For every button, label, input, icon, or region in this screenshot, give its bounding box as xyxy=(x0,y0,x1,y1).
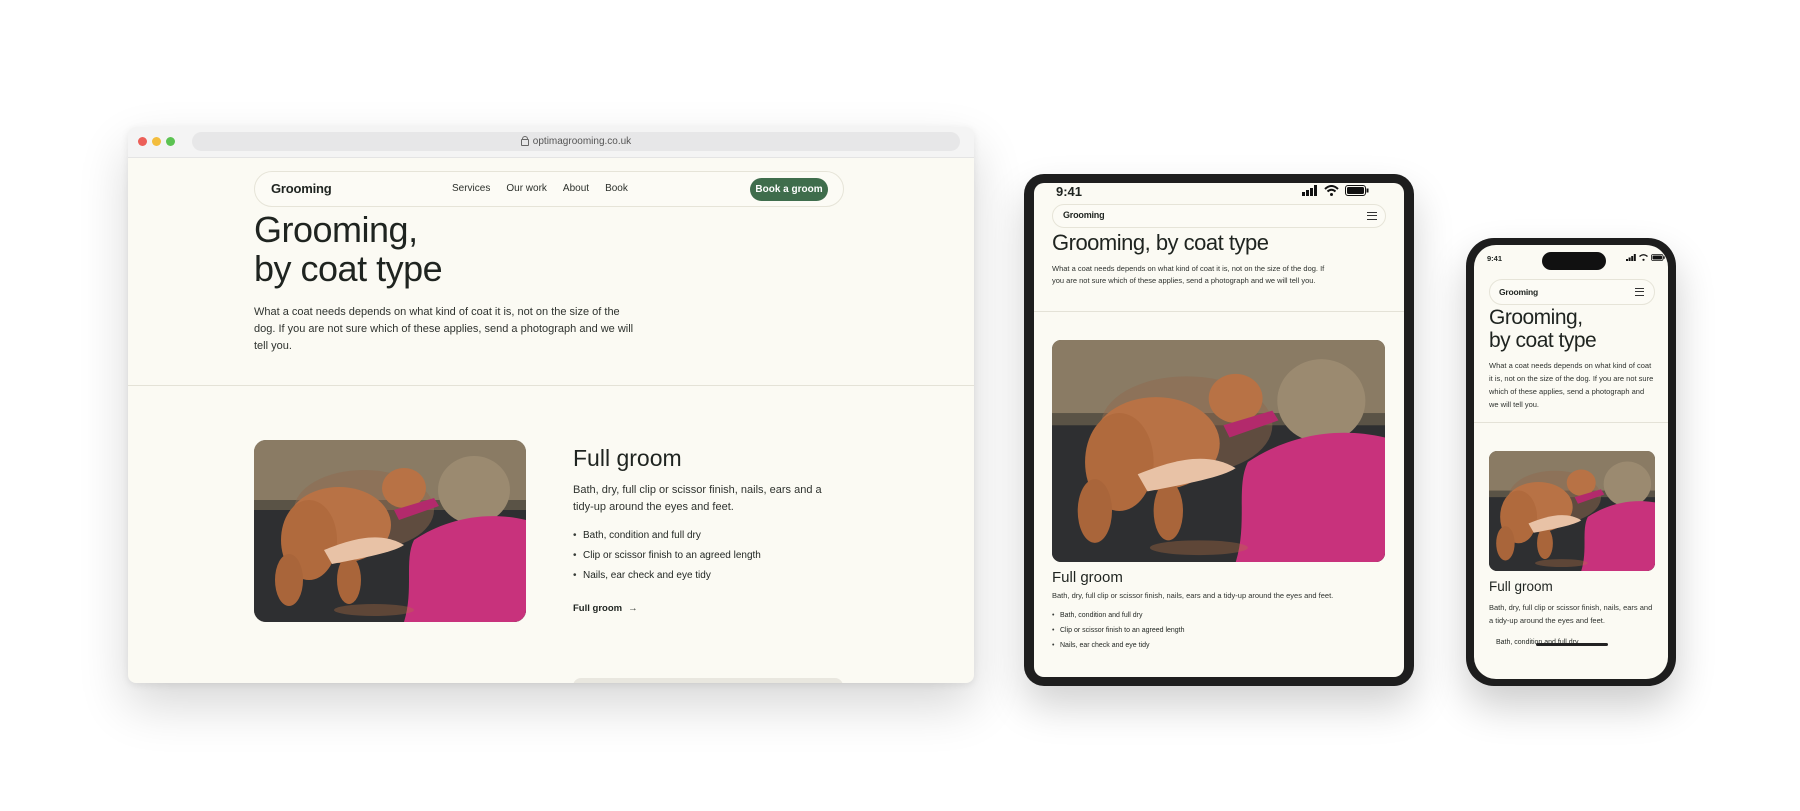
book-a-groom-button[interactable]: Book a groom xyxy=(750,178,828,201)
minimize-window-icon[interactable] xyxy=(152,137,161,146)
hero-description: What a coat needs depends on what kind o… xyxy=(254,306,634,352)
tablet-feature-list: Bath, condition and full dry Clip or sci… xyxy=(1052,612,1352,657)
list-item: Bath, condition and full dry xyxy=(573,530,853,550)
signal-icon xyxy=(1626,254,1636,261)
list-item: Nails, ear check and eye tidy xyxy=(1052,642,1352,657)
phone-section-description: Bath, dry, full clip or scissor finish, … xyxy=(1489,603,1653,625)
section-description: Bath, dry, full clip or scissor finish, … xyxy=(573,484,822,513)
phone-device: 9:41 Grooming Grooming, by coat type Wha… xyxy=(1466,238,1676,686)
phone-section-title: Full groom xyxy=(1489,579,1553,594)
section-divider xyxy=(128,385,974,386)
desktop-browser-window: optimagrooming.co.uk Grooming Services O… xyxy=(128,127,974,683)
feature-list: Bath, condition and full dry Clip or sci… xyxy=(573,530,853,590)
phone-nav: Grooming xyxy=(1489,279,1655,305)
tablet-device: 9:41 Grooming Grooming, by coat type Wha… xyxy=(1024,174,1414,686)
phone-screen: 9:41 Grooming Grooming, by coat type Wha… xyxy=(1474,245,1668,679)
tablet-section-title: Full groom xyxy=(1052,569,1123,586)
status-icons xyxy=(1302,185,1369,196)
page-title-line-1: Grooming, xyxy=(254,209,418,250)
page-title-line-2: by coat type xyxy=(254,247,443,289)
site-nav: Grooming Services Our work About Book Bo… xyxy=(254,171,844,207)
address-bar[interactable]: optimagrooming.co.uk xyxy=(192,132,960,151)
menu-icon[interactable] xyxy=(1635,288,1644,296)
phone-page-title: Grooming, by coat type xyxy=(1489,306,1597,352)
section-title: Full groom xyxy=(573,445,682,471)
arrow-right-icon: → xyxy=(628,603,638,614)
tablet-page-title: Grooming, by coat type xyxy=(1052,230,1269,255)
full-groom-photo xyxy=(254,440,526,622)
tablet-hero-description: What a coat needs depends on what kind o… xyxy=(1052,264,1325,285)
url-text: optimagrooming.co.uk xyxy=(532,136,632,147)
phone-status-icons xyxy=(1626,254,1665,261)
nav-link-services[interactable]: Services xyxy=(452,183,490,194)
phone-status-time: 9:41 xyxy=(1487,254,1503,263)
browser-toolbar: optimagrooming.co.uk xyxy=(128,127,974,158)
list-item: Bath, condition and full dry xyxy=(1052,612,1352,627)
tablet-nav: Grooming xyxy=(1052,204,1386,228)
tablet-section-description: Bath, dry, full clip or scissor finish, … xyxy=(1052,591,1334,600)
site-logo[interactable]: Grooming xyxy=(271,181,332,196)
full-groom-link-label: Full groom xyxy=(573,603,623,614)
page-title: Grooming, by coat type xyxy=(254,209,443,289)
signal-icon xyxy=(1302,185,1317,196)
close-window-icon[interactable] xyxy=(138,137,147,146)
phone-title-line-1: Grooming, xyxy=(1489,306,1583,329)
lock-icon xyxy=(520,136,529,146)
battery-icon xyxy=(1345,185,1369,196)
next-card-peek xyxy=(573,678,843,683)
full-groom-link[interactable]: Full groom → xyxy=(573,603,638,614)
list-item: Nails, ear check and eye tidy xyxy=(573,570,853,590)
menu-icon[interactable] xyxy=(1367,212,1377,220)
maximize-window-icon[interactable] xyxy=(166,137,175,146)
home-indicator[interactable] xyxy=(1536,643,1608,646)
dynamic-island xyxy=(1542,252,1606,270)
phone-hero-description: What a coat needs depends on what kind o… xyxy=(1489,361,1654,409)
nav-link-book[interactable]: Book xyxy=(605,183,628,194)
list-item: Clip or scissor finish to an agreed leng… xyxy=(1052,627,1352,642)
nav-link-about[interactable]: About xyxy=(563,183,589,194)
phone-divider xyxy=(1474,422,1668,423)
battery-icon xyxy=(1651,254,1665,261)
phone-title-line-2: by coat type xyxy=(1489,328,1597,352)
phone-logo[interactable]: Grooming xyxy=(1499,287,1538,297)
tablet-full-groom-photo xyxy=(1052,340,1385,562)
wifi-icon xyxy=(1639,254,1648,261)
phone-full-groom-photo xyxy=(1489,451,1655,571)
list-item: Clip or scissor finish to an agreed leng… xyxy=(573,550,853,570)
wifi-icon xyxy=(1324,185,1339,196)
tablet-divider xyxy=(1034,311,1404,312)
tablet-logo[interactable]: Grooming xyxy=(1063,210,1105,220)
status-time: 9:41 xyxy=(1056,184,1083,199)
tablet-screen: 9:41 Grooming Grooming, by coat type Wha… xyxy=(1034,183,1404,677)
nav-link-our-work[interactable]: Our work xyxy=(506,183,547,194)
